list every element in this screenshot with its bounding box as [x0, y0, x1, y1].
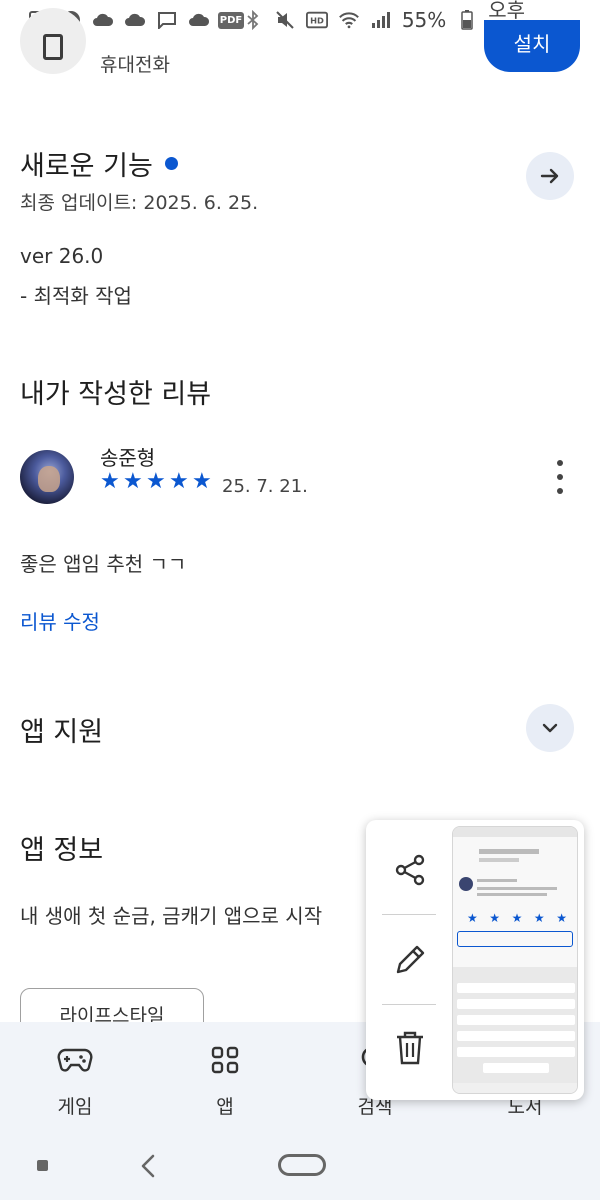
more-options-button[interactable]	[548, 460, 572, 494]
rating-stars: ★ ★ ★ ★ ★	[100, 469, 212, 494]
whats-new-arrow-button[interactable]	[526, 152, 574, 200]
popup-divider	[382, 914, 436, 915]
app-support-expand-button[interactable]	[526, 704, 574, 752]
app-info-title: 앱 정보	[20, 835, 104, 866]
nav-label-games: 게임	[57, 1096, 93, 1118]
share-button[interactable]	[384, 844, 436, 896]
new-indicator-dot	[164, 157, 178, 170]
signal-icon	[370, 9, 392, 31]
battery-percent: 55%	[401, 8, 447, 32]
screenshot-thumbnail[interactable]: ★ ★ ★ ★ ★	[452, 826, 578, 1094]
share-icon	[395, 854, 425, 886]
edit-review-link[interactable]: 리뷰 수정	[20, 606, 100, 635]
wifi-icon	[338, 9, 360, 31]
recent-apps-button[interactable]	[37, 1160, 48, 1171]
star-icon: ★	[123, 469, 143, 494]
trash-icon	[397, 1031, 423, 1065]
nav-label-apps: 앱	[216, 1096, 234, 1118]
home-button[interactable]	[278, 1154, 326, 1176]
svg-text:HD: HD	[310, 16, 324, 26]
star-icon: ★	[192, 469, 212, 494]
update-note: - 최적화 작업	[20, 284, 132, 308]
popup-divider	[382, 1004, 436, 1005]
message-icon	[156, 9, 178, 31]
pdf-icon: PDF	[217, 9, 245, 31]
gamepad-icon	[57, 1044, 93, 1076]
edit-screenshot-button[interactable]	[384, 934, 436, 986]
phone-icon	[43, 34, 63, 60]
review-date: 25. 7. 21.	[222, 476, 308, 497]
star-icon: ★	[169, 469, 189, 494]
delete-screenshot-button[interactable]	[384, 1022, 436, 1074]
avatar	[20, 450, 74, 504]
cloud-icon	[92, 9, 114, 31]
review-text: 좋은 앱임 추천 ㄱㄱ	[20, 552, 187, 576]
app-icon	[20, 8, 86, 74]
back-button[interactable]	[138, 1152, 158, 1184]
cloud-icon	[188, 9, 210, 31]
system-nav-bar	[0, 1134, 600, 1200]
bluetooth-icon	[242, 9, 264, 31]
version-text: ver 26.0	[20, 244, 104, 268]
install-button[interactable]: 설치	[484, 20, 580, 72]
apps-grid-icon	[207, 1044, 243, 1076]
nav-item-games[interactable]: 게임	[0, 1022, 150, 1134]
cloud-icon	[124, 9, 146, 31]
chevron-left-icon	[141, 1154, 155, 1178]
chevron-down-icon	[542, 723, 558, 733]
battery-icon	[456, 9, 478, 31]
star-icon: ★	[146, 469, 166, 494]
star-icon: ★	[100, 469, 120, 494]
arrow-right-icon	[540, 168, 559, 184]
whats-new-title: 새로운 기능	[20, 144, 178, 183]
pencil-icon	[396, 945, 425, 974]
app-support-title: 앱 지원	[20, 717, 104, 748]
reviewer-name: 송준형	[100, 446, 156, 470]
last-updated: 최종 업데이트: 2025. 6. 25.	[20, 192, 259, 214]
mute-icon	[274, 9, 296, 31]
my-review-title: 내가 작성한 리뷰	[20, 379, 212, 410]
screenshot-popup: ★ ★ ★ ★ ★	[366, 820, 584, 1100]
hd-icon: HD	[305, 9, 328, 31]
device-label: 휴대전화	[100, 54, 170, 76]
nav-item-apps[interactable]: 앱	[150, 1022, 300, 1134]
app-description: 내 생애 첫 순금, 금캐기 앱으로 시작	[20, 904, 323, 928]
